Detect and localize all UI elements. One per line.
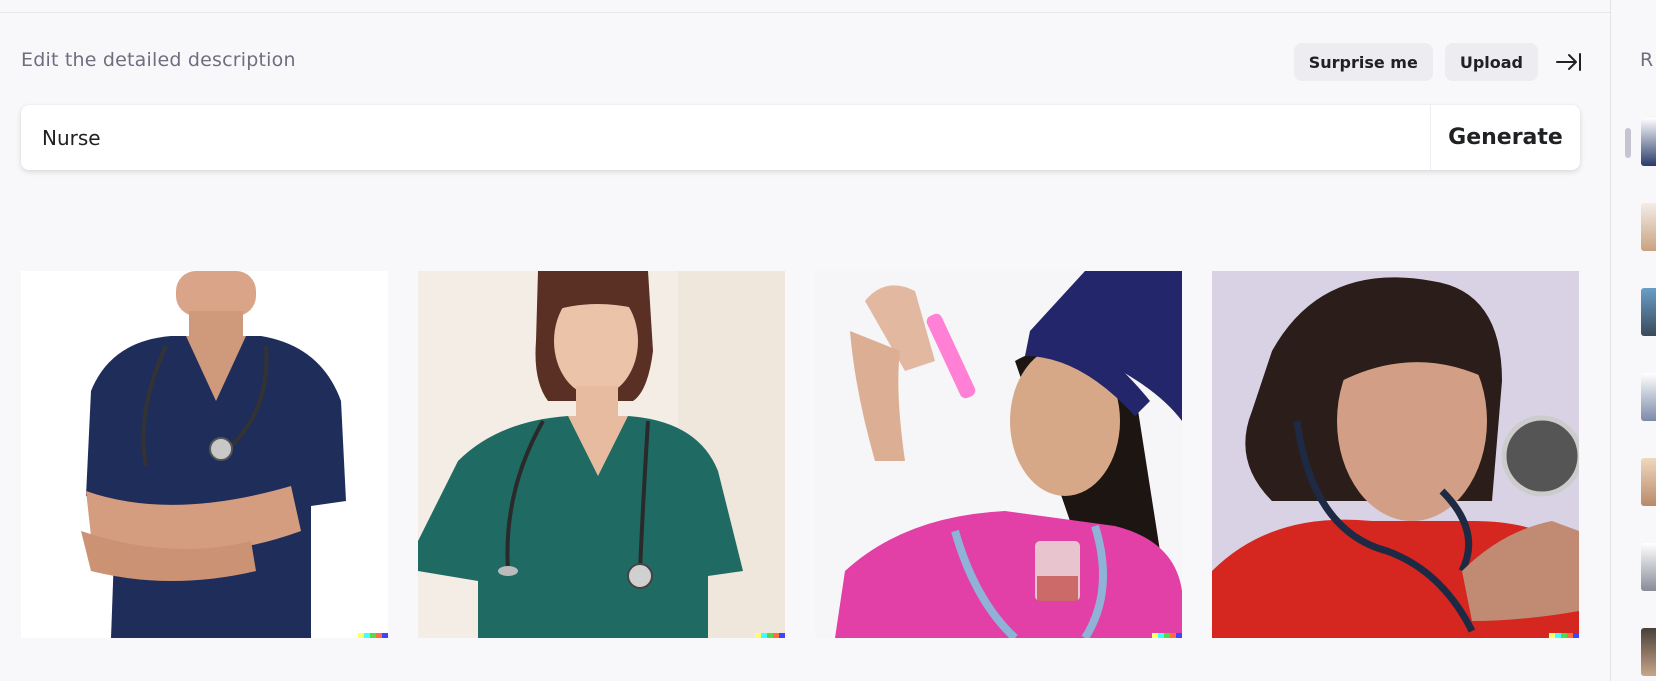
result-image-4[interactable] (1212, 271, 1579, 638)
watermark-logo (358, 633, 388, 638)
watermark-logo (755, 633, 785, 638)
history-thumbnail[interactable] (1641, 288, 1656, 336)
prompt-input[interactable] (21, 105, 1430, 170)
history-thumbnail[interactable] (1641, 543, 1656, 591)
result-image-3[interactable] (815, 271, 1182, 638)
collapse-sidebar-button[interactable] (1550, 43, 1588, 81)
sidebar-title: R (1640, 49, 1654, 71)
surprise-me-button[interactable]: Surprise me (1293, 43, 1433, 81)
generate-button[interactable]: Generate (1430, 105, 1580, 170)
sidebar-scrollbar[interactable] (1625, 128, 1631, 158)
upload-button[interactable]: Upload (1444, 43, 1538, 81)
history-sidebar: R (1610, 0, 1656, 681)
result-image-2[interactable] (418, 271, 785, 638)
watermark-logo (1549, 633, 1579, 638)
header-actions: Surprise me Upload (1293, 43, 1588, 81)
arrow-right-to-line-icon (1556, 53, 1581, 71)
history-thumbnail[interactable] (1641, 373, 1656, 421)
history-thumbnail[interactable] (1641, 203, 1656, 251)
main-panel: Edit the detailed description Surprise m… (0, 0, 1610, 681)
watermark-logo (1152, 633, 1182, 638)
result-image-1[interactable] (21, 271, 388, 638)
history-thumbnail[interactable] (1641, 458, 1656, 506)
history-thumbnail[interactable] (1641, 628, 1656, 676)
description-label: Edit the detailed description (21, 49, 296, 71)
history-thumbnail[interactable] (1641, 118, 1656, 166)
results-grid (21, 271, 1579, 638)
page: Edit the detailed description Surprise m… (0, 0, 1656, 681)
prompt-bar: Generate (21, 105, 1580, 170)
